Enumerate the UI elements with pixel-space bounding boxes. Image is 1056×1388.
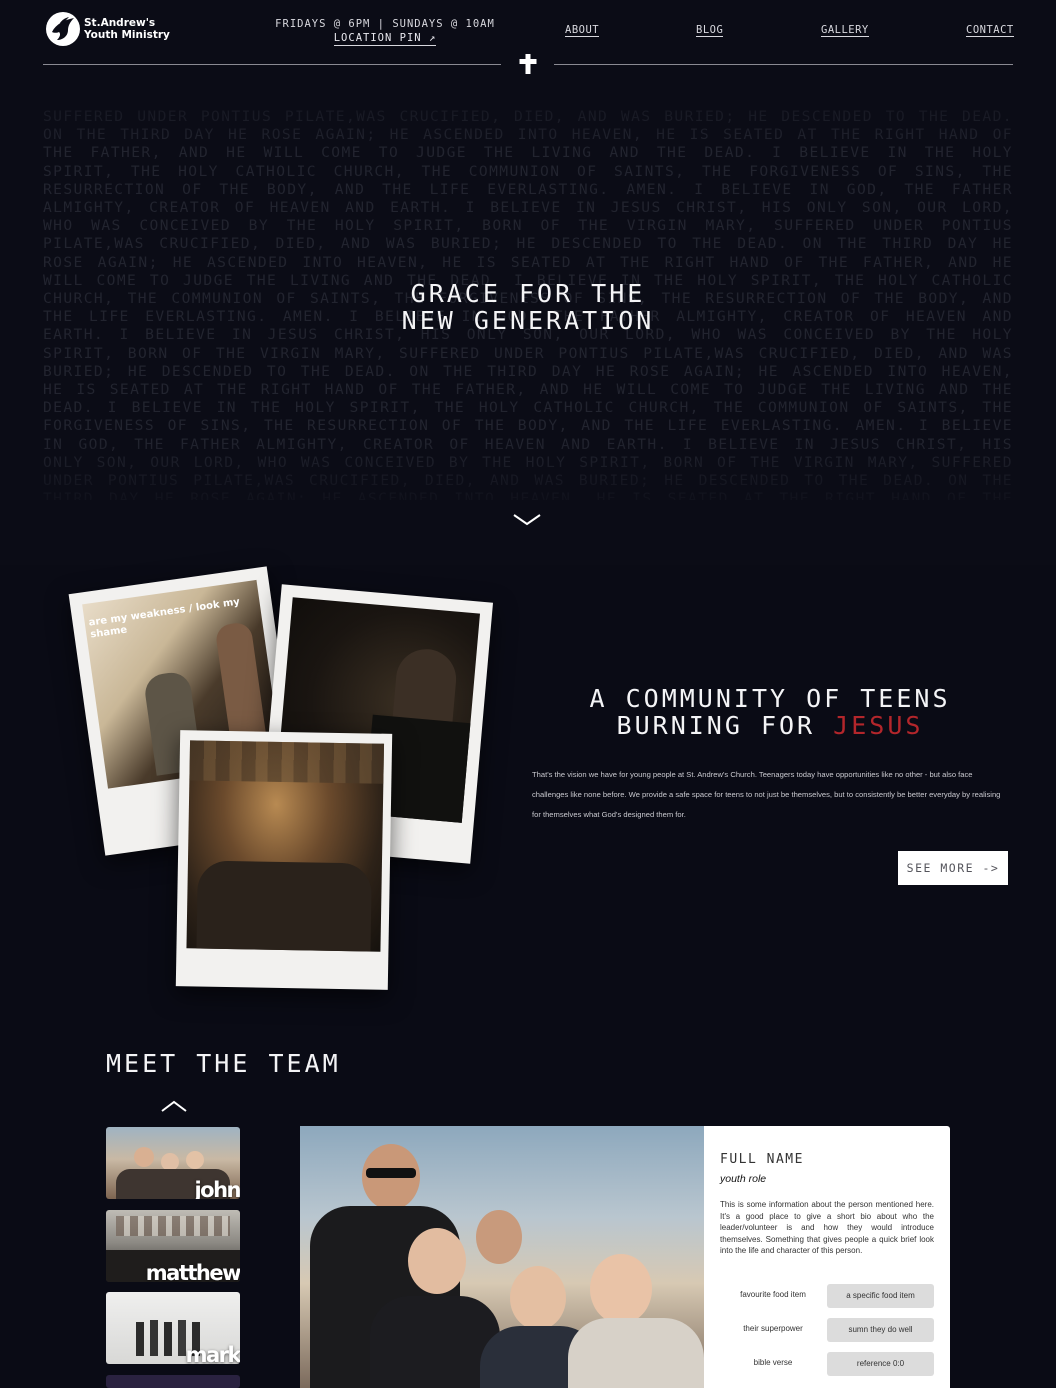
logo-line-2: Youth Ministry <box>84 29 170 41</box>
fact-value: a specific food item <box>827 1284 934 1308</box>
fact-value: reference 0:0 <box>827 1352 934 1376</box>
hero-title: GRACE FOR THE NEW GENERATION <box>328 280 728 334</box>
fact-row: favourite food item a specific food item <box>720 1284 934 1308</box>
fact-row: bible verse reference 0:0 <box>720 1352 934 1376</box>
team-thumb-mark[interactable]: mark <box>106 1292 240 1364</box>
header-divider-right <box>554 64 1013 65</box>
location-pin-link[interactable]: LOCATION PIN ↗ <box>333 31 437 46</box>
nav-gallery[interactable]: GALLERY <box>821 24 869 37</box>
chevron-up-icon[interactable] <box>160 1099 188 1113</box>
see-more-button[interactable]: SEE MORE -> <box>898 851 1008 885</box>
community-title-line-2: BURNING FOR <box>616 711 834 740</box>
team-thumb-matthew[interactable]: matthew <box>106 1210 240 1282</box>
member-full-name: FULL NAME <box>720 1152 804 1167</box>
nav-about[interactable]: ABOUT <box>565 24 600 37</box>
site-header: St.Andrew's Youth Ministry FRIDAYS @ 6PM… <box>0 0 1056 80</box>
header-divider-left <box>43 64 501 65</box>
community-title-line-1: A COMMUNITY OF TEENS <box>589 684 951 713</box>
team-thumb-label: john <box>194 1178 240 1199</box>
fact-value: sumn they do well <box>827 1318 934 1342</box>
service-times-block: FRIDAYS @ 6PM | SUNDAYS @ 10AM LOCATION … <box>240 17 530 46</box>
team-thumb-next[interactable] <box>106 1375 240 1388</box>
logo-line-1: St.Andrew's <box>84 17 156 29</box>
photo-group-gathering <box>186 740 385 952</box>
member-role: youth role <box>720 1173 767 1185</box>
member-bio: This is some information about the perso… <box>720 1200 934 1255</box>
team-title: MEET THE TEAM <box>106 1049 341 1078</box>
hero-section: SUFFERED UNDER PONTIUS PILATE,WAS CRUCIF… <box>0 80 1056 565</box>
logo[interactable]: St.Andrew's Youth Ministry <box>46 12 170 46</box>
service-times: FRIDAYS @ 6PM | SUNDAYS @ 10AM <box>275 18 495 30</box>
fact-label: their superpower <box>743 1324 803 1333</box>
chevron-down-icon[interactable] <box>512 512 542 528</box>
team-member-card: FULL NAME youth role This is some inform… <box>704 1126 950 1388</box>
fact-row: their superpower sumn they do well <box>720 1318 934 1342</box>
polaroid-photo <box>175 730 393 990</box>
community-description: That's the vision we have for young peop… <box>532 770 1001 819</box>
hero-title-line-1: GRACE FOR THE <box>410 279 646 308</box>
community-title-accent: JESUS <box>833 711 924 740</box>
nav-blog[interactable]: BLOG <box>696 24 724 37</box>
community-section: are my weakness / look my shame A COMMUN… <box>0 565 1056 1035</box>
team-thumb-john[interactable]: john <box>106 1127 240 1199</box>
fact-label: bible verse <box>753 1358 793 1367</box>
cross-icon <box>518 53 538 75</box>
nav-contact[interactable]: CONTACT <box>966 24 1014 37</box>
featured-team-photo <box>300 1126 704 1388</box>
team-section: MEET THE TEAM john matthew mark FULL NAM… <box>0 1035 1056 1388</box>
team-thumb-label: matthew <box>145 1261 240 1282</box>
hero-title-line-2: NEW GENERATION <box>401 306 655 335</box>
dove-icon <box>46 12 80 46</box>
team-thumb-label: mark <box>185 1343 240 1364</box>
community-title: A COMMUNITY OF TEENS BURNING FOR JESUS <box>540 685 1000 739</box>
fact-label: favourite food item <box>740 1290 806 1299</box>
